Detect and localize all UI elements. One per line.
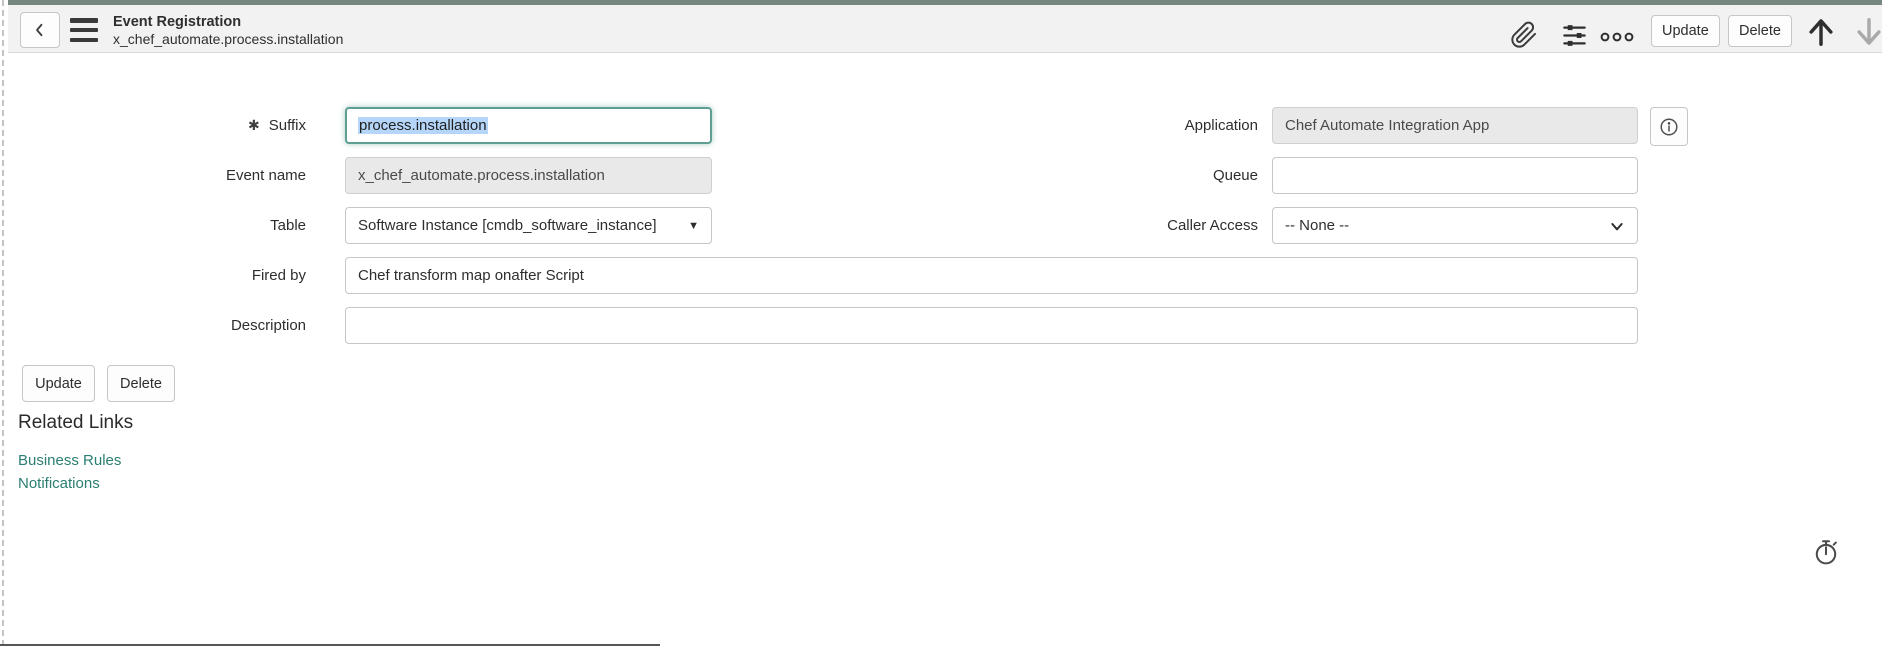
left-dashed-border [2,0,4,646]
suffix-selected-text: process.installation [358,117,488,134]
attachment-button[interactable] [1510,21,1538,49]
application-label: Application [1012,107,1258,144]
triple-circle-more-icon [1600,31,1634,43]
footer-delete-button[interactable]: Delete [107,365,175,402]
chevron-left-icon [31,21,49,39]
event-registration-form-page: Event Registration x_chef_automate.proce… [0,0,1882,646]
table-select-value: Software Instance [cmdb_software_instanc… [358,217,657,234]
stopwatch-icon [1812,537,1840,567]
next-record-button[interactable] [1854,16,1882,48]
chevron-down-icon [1609,218,1625,234]
personalize-form-button[interactable] [1561,22,1588,49]
caller-access-label: Caller Access [1012,207,1258,244]
caller-access-select[interactable]: -- None -- [1272,207,1638,244]
dropdown-triangle-icon: ▼ [688,220,699,232]
more-options-button[interactable] [1600,31,1634,43]
application-info-button[interactable] [1650,107,1688,146]
header-delete-button[interactable]: Delete [1728,15,1792,47]
previous-record-button[interactable] [1806,16,1836,48]
header-update-button[interactable]: Update [1651,15,1720,47]
footer-update-button[interactable]: Update [22,365,95,402]
back-button[interactable] [20,12,60,48]
required-marker-icon: ✱ [248,117,260,134]
description-input[interactable] [345,307,1638,344]
suffix-input[interactable]: process.installation [345,107,712,144]
fired-by-input[interactable] [345,257,1638,294]
fired-by-label: Fired by [40,257,306,294]
queue-label: Queue [1012,157,1258,194]
arrow-down-icon [1854,16,1882,48]
description-label: Description [40,307,306,344]
form-header: Event Registration x_chef_automate.proce… [8,5,1882,53]
title-block: Event Registration x_chef_automate.proce… [113,14,343,48]
event-name-input[interactable] [345,157,712,194]
arrow-up-icon [1806,16,1836,48]
context-menu-icon[interactable] [70,18,98,42]
related-link-notifications[interactable]: Notifications [18,475,100,492]
response-time-button[interactable] [1812,537,1840,567]
paperclip-icon [1510,21,1538,49]
related-link-business-rules[interactable]: Business Rules [18,452,121,469]
record-subtitle: x_chef_automate.process.installation [113,31,343,48]
info-circle-icon [1658,116,1680,138]
suffix-label: ✱ Suffix [40,107,306,144]
application-input[interactable] [1272,107,1638,144]
sliders-icon [1561,22,1588,49]
queue-input[interactable] [1272,157,1638,194]
table-select[interactable]: Software Instance [cmdb_software_instanc… [345,207,712,244]
table-label: Table [40,207,306,244]
event-name-label: Event name [40,157,306,194]
caller-access-value: -- None -- [1285,217,1349,234]
related-links-heading: Related Links [18,412,133,434]
page-title: Event Registration [113,14,343,31]
